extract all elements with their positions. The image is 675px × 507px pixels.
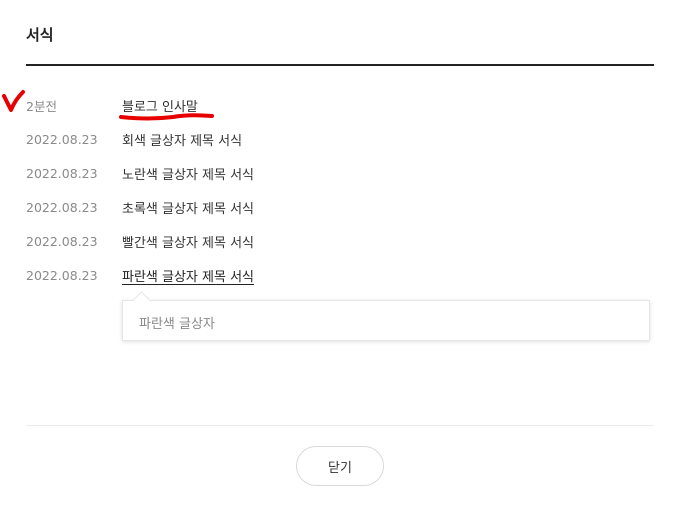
item-date: 2022.08.23	[26, 233, 98, 249]
template-dialog: 서식 2분전 블로그 인사말 2022.08.23 회색 글상자 제목 서식 2…	[0, 0, 675, 507]
item-date: 2022.08.23	[26, 267, 98, 283]
tooltip-text: 파란색 글상자	[139, 317, 215, 332]
item-title[interactable]: 회색 글상자 제목 서식	[122, 130, 242, 149]
item-title[interactable]: 노란색 글상자 제목 서식	[122, 164, 254, 183]
underline-stroke	[119, 113, 214, 121]
tooltip-arrow	[132, 291, 151, 310]
red-underline-annotation	[119, 113, 214, 121]
item-title[interactable]: 초록색 글상자 제목 서식	[122, 198, 254, 217]
item-date: 2분전	[26, 98, 57, 114]
list-item-hovered[interactable]: 2022.08.23 파란색 글상자 제목 서식	[26, 258, 654, 292]
list-item[interactable]: 2022.08.23 빨간색 글상자 제목 서식	[26, 224, 654, 258]
item-date: 2022.08.23	[26, 165, 98, 181]
list-item[interactable]: 2022.08.23 초록색 글상자 제목 서식	[26, 190, 654, 224]
red-checkmark-annotation	[2, 90, 25, 112]
list-item[interactable]: 2022.08.23 회색 글상자 제목 서식	[26, 122, 654, 156]
item-title[interactable]: 파란색 글상자 제목 서식	[122, 266, 254, 285]
preview-tooltip: 파란색 글상자	[122, 291, 650, 341]
item-date: 2022.08.23	[26, 199, 98, 215]
item-title[interactable]: 빨간색 글상자 제목 서식	[122, 232, 254, 251]
footer-divider	[26, 425, 654, 426]
list-item[interactable]: 2022.08.23 노란색 글상자 제목 서식	[26, 156, 654, 190]
checkmark-stroke	[2, 90, 25, 112]
item-date: 2022.08.23	[26, 131, 98, 147]
close-button[interactable]: 닫기	[296, 446, 384, 486]
title-divider	[26, 64, 654, 66]
dialog-title: 서식	[26, 26, 54, 44]
